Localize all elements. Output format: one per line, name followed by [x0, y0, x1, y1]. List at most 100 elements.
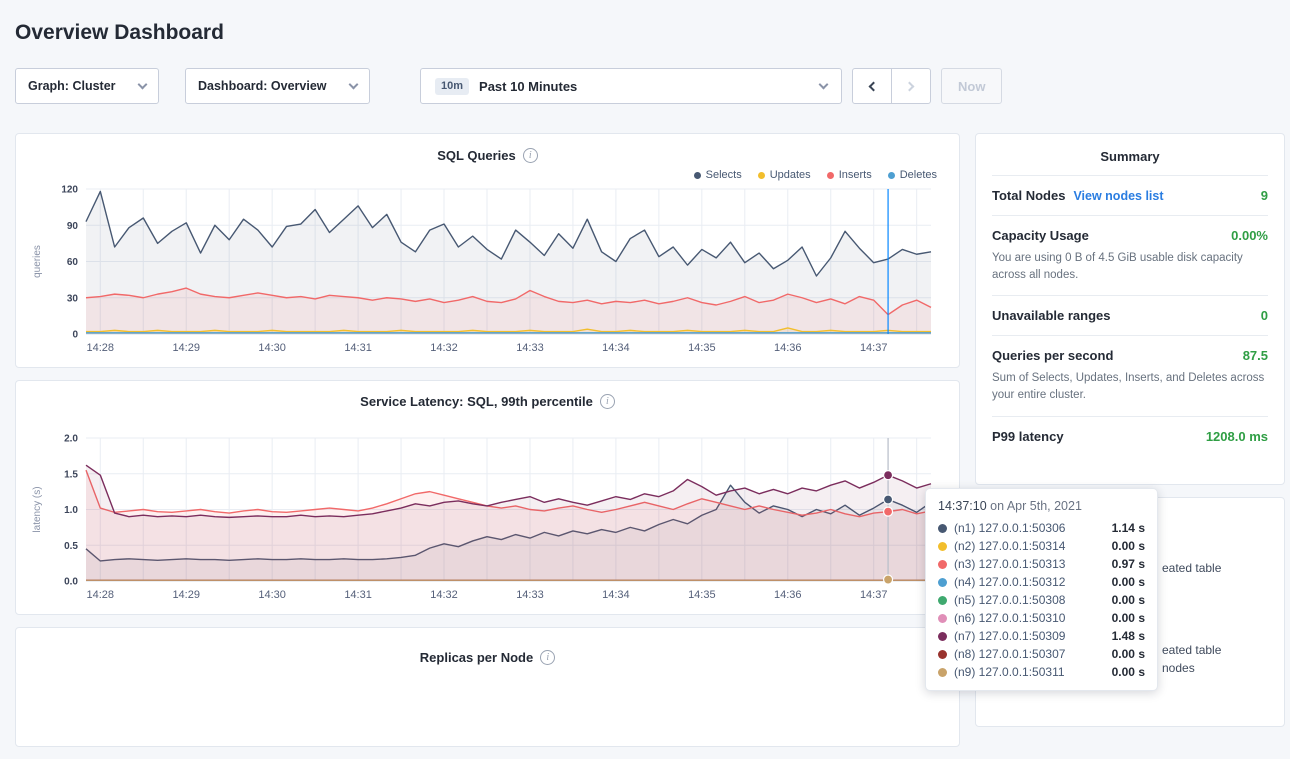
legend-item: Inserts [827, 169, 872, 181]
summary-value: 0.00% [1231, 228, 1268, 243]
latency-chart-title: Service Latency: SQL, 99th percentile [360, 394, 593, 409]
node-latency-value: 0.00 s [1112, 575, 1145, 589]
sql-queries-chart-title: SQL Queries [437, 148, 516, 163]
svg-text:1.0: 1.0 [64, 505, 78, 516]
node-latency-value: 0.00 s [1112, 647, 1145, 661]
svg-text:14:32: 14:32 [430, 342, 458, 354]
svg-text:latency (s): latency (s) [32, 486, 43, 532]
sql-queries-plot[interactable]: 030609012014:2814:2914:3014:3114:3214:33… [28, 183, 947, 356]
time-range-label: Past 10 Minutes [479, 79, 577, 94]
summary-panel: Summary Total Nodes View nodes list 9 Ca… [975, 133, 1285, 485]
svg-text:14:28: 14:28 [87, 589, 115, 601]
svg-text:14:31: 14:31 [344, 589, 372, 601]
summary-row-total-nodes: Total Nodes View nodes list 9 [992, 175, 1268, 215]
chart-title-row: Service Latency: SQL, 99th percentile i [28, 391, 947, 412]
svg-text:14:36: 14:36 [774, 589, 802, 601]
svg-text:14:30: 14:30 [258, 589, 286, 601]
svg-text:0: 0 [72, 330, 78, 341]
node-color-dot [938, 668, 947, 677]
svg-text:14:34: 14:34 [602, 342, 630, 354]
node-label: (n7) 127.0.0.1:50309 [954, 629, 1105, 643]
replicas-chart-title: Replicas per Node [420, 650, 533, 665]
node-label: (n2) 127.0.0.1:50314 [954, 539, 1105, 553]
sql-queries-panel: SQL Queries i SelectsUpdatesInsertsDelet… [15, 133, 960, 368]
node-latency-value: 0.00 s [1112, 611, 1145, 625]
node-label: (n4) 127.0.0.1:50312 [954, 575, 1105, 589]
graph-dropdown-label: Graph: Cluster [28, 79, 116, 93]
node-latency-value: 0.00 s [1112, 665, 1145, 679]
graph-dropdown[interactable]: Graph: Cluster [15, 68, 159, 104]
legend-label: Selects [706, 169, 742, 181]
summary-value: 87.5 [1243, 348, 1268, 363]
svg-text:90: 90 [67, 221, 79, 232]
legend-item: Selects [694, 169, 742, 181]
latency-panel: Service Latency: SQL, 99th percentile i … [15, 380, 960, 615]
summary-description: You are using 0 B of 4.5 GiB usable disk… [992, 250, 1268, 283]
node-latency-value: 1.14 s [1112, 521, 1145, 535]
view-nodes-list-link[interactable]: View nodes list [1073, 189, 1163, 203]
node-label: (n9) 127.0.0.1:50311 [954, 665, 1105, 679]
svg-text:120: 120 [61, 185, 78, 196]
node-color-dot [938, 524, 947, 533]
node-label: (n1) 127.0.0.1:50306 [954, 521, 1105, 535]
summary-label: Capacity Usage [992, 228, 1089, 243]
time-forward-button[interactable] [891, 68, 931, 104]
svg-text:0.5: 0.5 [64, 541, 78, 552]
tooltip-row: (n3) 127.0.0.1:503130.97 s [938, 555, 1145, 573]
controls-bar: Graph: Cluster Dashboard: Overview 10m P… [15, 68, 1275, 104]
time-step-buttons [852, 68, 931, 104]
charts-column: SQL Queries i SelectsUpdatesInsertsDelet… [15, 133, 960, 759]
summary-value: 1208.0 ms [1206, 429, 1268, 444]
svg-text:30: 30 [67, 293, 79, 304]
time-back-button[interactable] [852, 68, 892, 104]
dashboard-dropdown[interactable]: Dashboard: Overview [185, 68, 370, 104]
summary-label: P99 latency [992, 429, 1064, 444]
chevron-right-icon [905, 81, 915, 91]
info-icon[interactable]: i [600, 394, 615, 409]
legend-label: Deletes [900, 169, 937, 181]
node-color-dot [938, 632, 947, 641]
svg-text:14:34: 14:34 [602, 589, 630, 601]
svg-text:14:36: 14:36 [774, 342, 802, 354]
sql-queries-chart[interactable]: 030609012014:2814:2914:3014:3114:3214:33… [28, 183, 947, 361]
node-label: (n5) 127.0.0.1:50308 [954, 593, 1105, 607]
tooltip-row: (n1) 127.0.0.1:50306 1.14 s [938, 519, 1145, 537]
node-latency-value: 0.00 s [1112, 593, 1145, 607]
legend-dot [827, 172, 834, 179]
tooltip-rows: (n1) 127.0.0.1:50306 1.14 s (n2) 127.0.0.1… [938, 519, 1145, 681]
node-color-dot [938, 560, 947, 569]
node-label: (n3) 127.0.0.1:50313 [954, 557, 1105, 571]
summary-row-capacity-usage: Capacity Usage 0.00% You are using 0 B o… [992, 215, 1268, 295]
svg-text:14:29: 14:29 [172, 342, 200, 354]
legend-label: Inserts [839, 169, 872, 181]
svg-text:14:28: 14:28 [87, 342, 115, 354]
svg-text:14:33: 14:33 [516, 342, 544, 354]
chevron-left-icon [869, 81, 879, 91]
legend-item: Deletes [888, 169, 937, 181]
chevron-down-icon [819, 80, 829, 90]
legend-dot [888, 172, 895, 179]
chart-tooltip: 14:37:10 on Apr 5th, 2021 (n1) 127.0.0.1… [925, 488, 1158, 691]
node-color-dot [938, 542, 947, 551]
svg-text:14:31: 14:31 [344, 342, 372, 354]
svg-text:queries: queries [32, 245, 43, 278]
info-icon[interactable]: i [540, 650, 555, 665]
latency-chart[interactable]: 0.00.51.01.52.014:2814:2914:3014:3114:32… [28, 426, 947, 608]
latency-plot[interactable]: 0.00.51.01.52.014:2814:2914:3014:3114:32… [28, 426, 947, 603]
svg-text:2.0: 2.0 [64, 434, 78, 445]
summary-label: Queries per second [992, 348, 1113, 363]
info-icon[interactable]: i [523, 148, 538, 163]
svg-text:1.5: 1.5 [64, 469, 78, 480]
tooltip-row: (n9) 127.0.0.1:50311 0.00 s [938, 663, 1145, 681]
node-color-dot [938, 650, 947, 659]
now-button[interactable]: Now [941, 68, 1002, 104]
time-range-badge: 10m [435, 78, 469, 95]
event-text-fragment: eated table [1162, 561, 1221, 575]
page-title: Overview Dashboard [15, 18, 1275, 48]
svg-text:14:33: 14:33 [516, 589, 544, 601]
svg-text:0.0: 0.0 [64, 577, 78, 588]
time-range-selector[interactable]: 10m Past 10 Minutes [420, 68, 842, 104]
chevron-down-icon [138, 80, 148, 90]
dashboard-dropdown-label: Dashboard: Overview [198, 79, 327, 93]
replicas-panel: Replicas per Node i [15, 627, 960, 747]
